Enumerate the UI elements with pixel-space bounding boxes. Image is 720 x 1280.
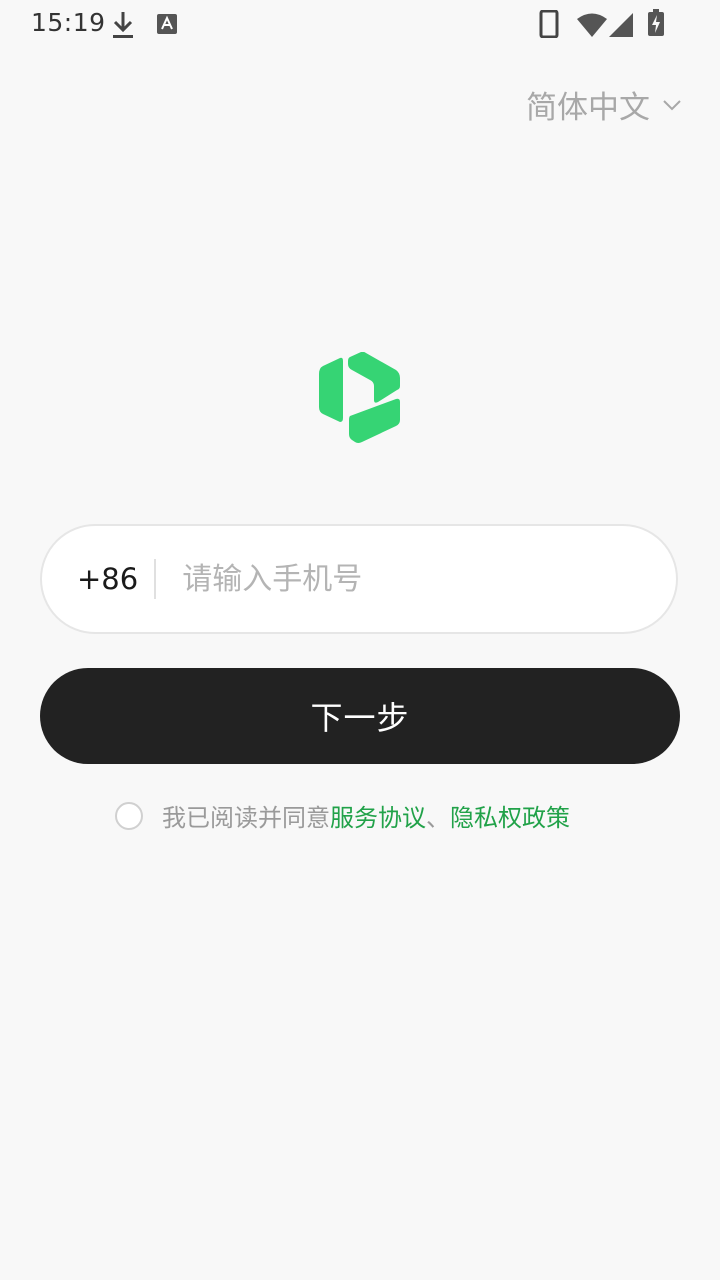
privacy-link[interactable]: 隐私权政策 bbox=[450, 798, 570, 833]
app-logo-icon bbox=[318, 351, 402, 444]
terms-link[interactable]: 服务协议 bbox=[330, 798, 426, 833]
login-screen: 15:19 简体中文 +86 请输入手机号 下一步 我已阅读并同意 服务协议 、… bbox=[0, 0, 720, 1280]
download-icon bbox=[110, 10, 136, 44]
next-button[interactable]: 下一步 bbox=[40, 668, 680, 764]
wifi-icon bbox=[576, 12, 608, 42]
agree-checkbox[interactable] bbox=[115, 801, 143, 830]
status-time: 15:19 bbox=[31, 8, 106, 37]
phone-input[interactable] bbox=[180, 560, 646, 598]
phone-field: +86 bbox=[40, 524, 678, 634]
field-divider bbox=[154, 559, 157, 599]
language-label: 简体中文 bbox=[526, 90, 650, 126]
agreement-row: 我已阅读并同意 服务协议 、 隐私权政策 bbox=[115, 798, 570, 833]
agreement-separator: 、 bbox=[426, 804, 450, 832]
language-selector[interactable]: 简体中文 bbox=[526, 82, 682, 127]
status-bar: 15:19 bbox=[0, 0, 720, 48]
phone-icon bbox=[539, 9, 559, 42]
battery-charging-icon bbox=[647, 9, 665, 41]
agreement-prefix: 我已阅读并同意 bbox=[162, 804, 330, 832]
keyboard-a-icon bbox=[156, 13, 178, 39]
country-code-selector[interactable]: +86 bbox=[77, 562, 138, 596]
chevron-down-icon bbox=[662, 96, 682, 115]
signal-icon bbox=[608, 12, 634, 42]
